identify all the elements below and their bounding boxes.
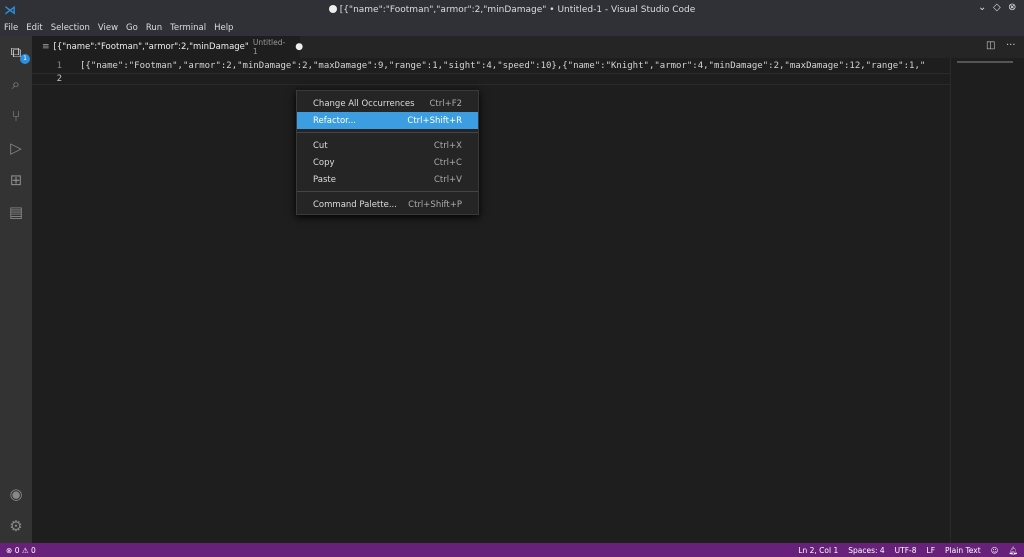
menu-terminal[interactable]: Terminal xyxy=(170,23,206,33)
tab-name: [{"name":"Footman","armor":2,"minDamage" xyxy=(54,42,249,52)
status-bar: ⊗ 0 ⚠ 0 Ln 2, Col 1 Spaces: 4 UTF-8 LF P… xyxy=(0,543,1024,557)
menu-separator xyxy=(297,191,478,192)
menu-item-shortcut: Ctrl+F2 xyxy=(429,99,462,109)
source-control-icon[interactable]: ⑂ xyxy=(6,106,26,126)
menu-item-shortcut: Ctrl+C xyxy=(434,158,462,168)
close-window-button[interactable]: ⊗ xyxy=(1008,2,1016,13)
context-menu: Change All Occurrences Ctrl+F2 Refactor..… xyxy=(296,90,479,215)
explorer-badge: 1 xyxy=(20,54,30,64)
menu-file[interactable]: File xyxy=(4,23,18,33)
menu-item-cut[interactable]: Cut Ctrl+X xyxy=(297,137,478,154)
run-debug-icon[interactable]: ▷ xyxy=(6,138,26,158)
feedback-icon[interactable]: ☺ xyxy=(991,546,999,555)
notebook-icon[interactable]: ▤ xyxy=(6,202,26,222)
activity-bar: ⧉1 ⌕ ⑂ ▷ ⊞ ▤ ◉ ⚙ xyxy=(0,36,32,543)
tab-untitled-1[interactable]: ≡ [{"name":"Footman","armor":2,"minDamag… xyxy=(32,36,300,58)
tab-modified-indicator[interactable]: ● xyxy=(295,42,303,52)
menu-item-paste[interactable]: Paste Ctrl+V xyxy=(297,171,478,188)
minimize-button[interactable]: ⌄ xyxy=(978,2,986,13)
menu-edit[interactable]: Edit xyxy=(26,23,42,33)
end-of-line[interactable]: LF xyxy=(927,546,936,555)
editor[interactable]: 1 [{"name":"Footman","armor":2,"minDamag… xyxy=(32,58,950,543)
line-number: 2 xyxy=(32,74,62,84)
indentation[interactable]: Spaces: 4 xyxy=(848,546,884,555)
menu-separator xyxy=(297,132,478,133)
explorer-icon[interactable]: ⧉1 xyxy=(6,42,26,62)
menu-selection[interactable]: Selection xyxy=(51,23,90,33)
menu-item-shortcut: Ctrl+X xyxy=(434,141,462,151)
search-icon[interactable]: ⌕ xyxy=(6,74,26,94)
vscode-logo-icon: ⋊ xyxy=(4,3,16,17)
line-number: 1 xyxy=(32,61,62,71)
menu-view[interactable]: View xyxy=(98,23,118,33)
minimap[interactable] xyxy=(950,58,1024,543)
menu-item-refactor[interactable]: Refactor... Ctrl+Shift+R xyxy=(297,112,478,129)
title-bar: ⋊ [{"name":"Footman","armor":2,"minDamag… xyxy=(0,0,1024,19)
cursor-position[interactable]: Ln 2, Col 1 xyxy=(798,546,838,555)
menu-help[interactable]: Help xyxy=(214,23,233,33)
menu-bar: File Edit Selection View Go Run Terminal… xyxy=(0,19,1024,36)
window-title: [{"name":"Footman","armor":2,"minDamage"… xyxy=(329,5,696,15)
problems-indicator[interactable]: ⊗ 0 ⚠ 0 xyxy=(6,546,36,555)
menu-item-shortcut: Ctrl+Shift+R xyxy=(407,116,462,126)
menu-item-shortcut: Ctrl+V xyxy=(434,175,462,185)
warning-count: 0 xyxy=(31,546,36,555)
line-text: [{"name":"Footman","armor":2,"minDamage"… xyxy=(80,61,925,71)
editor-line-current: 2 xyxy=(32,73,950,85)
menu-item-label: Cut xyxy=(313,141,328,151)
tab-description: Untitled-1 xyxy=(253,38,285,56)
menu-item-label: Paste xyxy=(313,175,336,185)
menu-item-label: Command Palette... xyxy=(313,200,397,210)
encoding[interactable]: UTF-8 xyxy=(895,546,917,555)
menu-item-copy[interactable]: Copy Ctrl+C xyxy=(297,154,478,171)
menu-run[interactable]: Run xyxy=(146,23,162,33)
editor-line: 1 [{"name":"Footman","armor":2,"minDamag… xyxy=(32,61,950,73)
file-icon: ≡ xyxy=(42,42,50,52)
notifications-bell-icon[interactable]: 🔔︎ xyxy=(1008,546,1018,555)
menu-item-label: Change All Occurrences xyxy=(313,99,415,109)
tab-bar: ≡ [{"name":"Footman","armor":2,"minDamag… xyxy=(32,36,1024,58)
menu-item-shortcut: Ctrl+Shift+P xyxy=(408,200,462,210)
more-actions-icon[interactable]: ··· xyxy=(1006,40,1016,51)
window-title-text: [{"name":"Footman","armor":2,"minDamage"… xyxy=(340,5,696,15)
menu-go[interactable]: Go xyxy=(126,23,138,33)
split-editor-icon[interactable]: ◫ xyxy=(986,40,995,51)
warning-icon: ⚠ xyxy=(22,546,29,555)
minimap-line xyxy=(957,61,1013,63)
menu-item-change-all-occurrences[interactable]: Change All Occurrences Ctrl+F2 xyxy=(297,95,478,112)
menu-item-command-palette[interactable]: Command Palette... Ctrl+Shift+P xyxy=(297,196,478,213)
account-icon[interactable]: ◉ xyxy=(6,484,26,504)
settings-gear-icon[interactable]: ⚙ xyxy=(6,516,26,536)
extensions-icon[interactable]: ⊞ xyxy=(6,170,26,190)
unsaved-dot-icon xyxy=(329,5,337,13)
maximize-button[interactable]: ◇ xyxy=(993,2,1001,13)
error-count: 0 xyxy=(15,546,20,555)
error-icon: ⊗ xyxy=(6,546,12,555)
menu-item-label: Copy xyxy=(313,158,335,168)
language-mode[interactable]: Plain Text xyxy=(945,546,981,555)
menu-item-label: Refactor... xyxy=(313,116,356,126)
